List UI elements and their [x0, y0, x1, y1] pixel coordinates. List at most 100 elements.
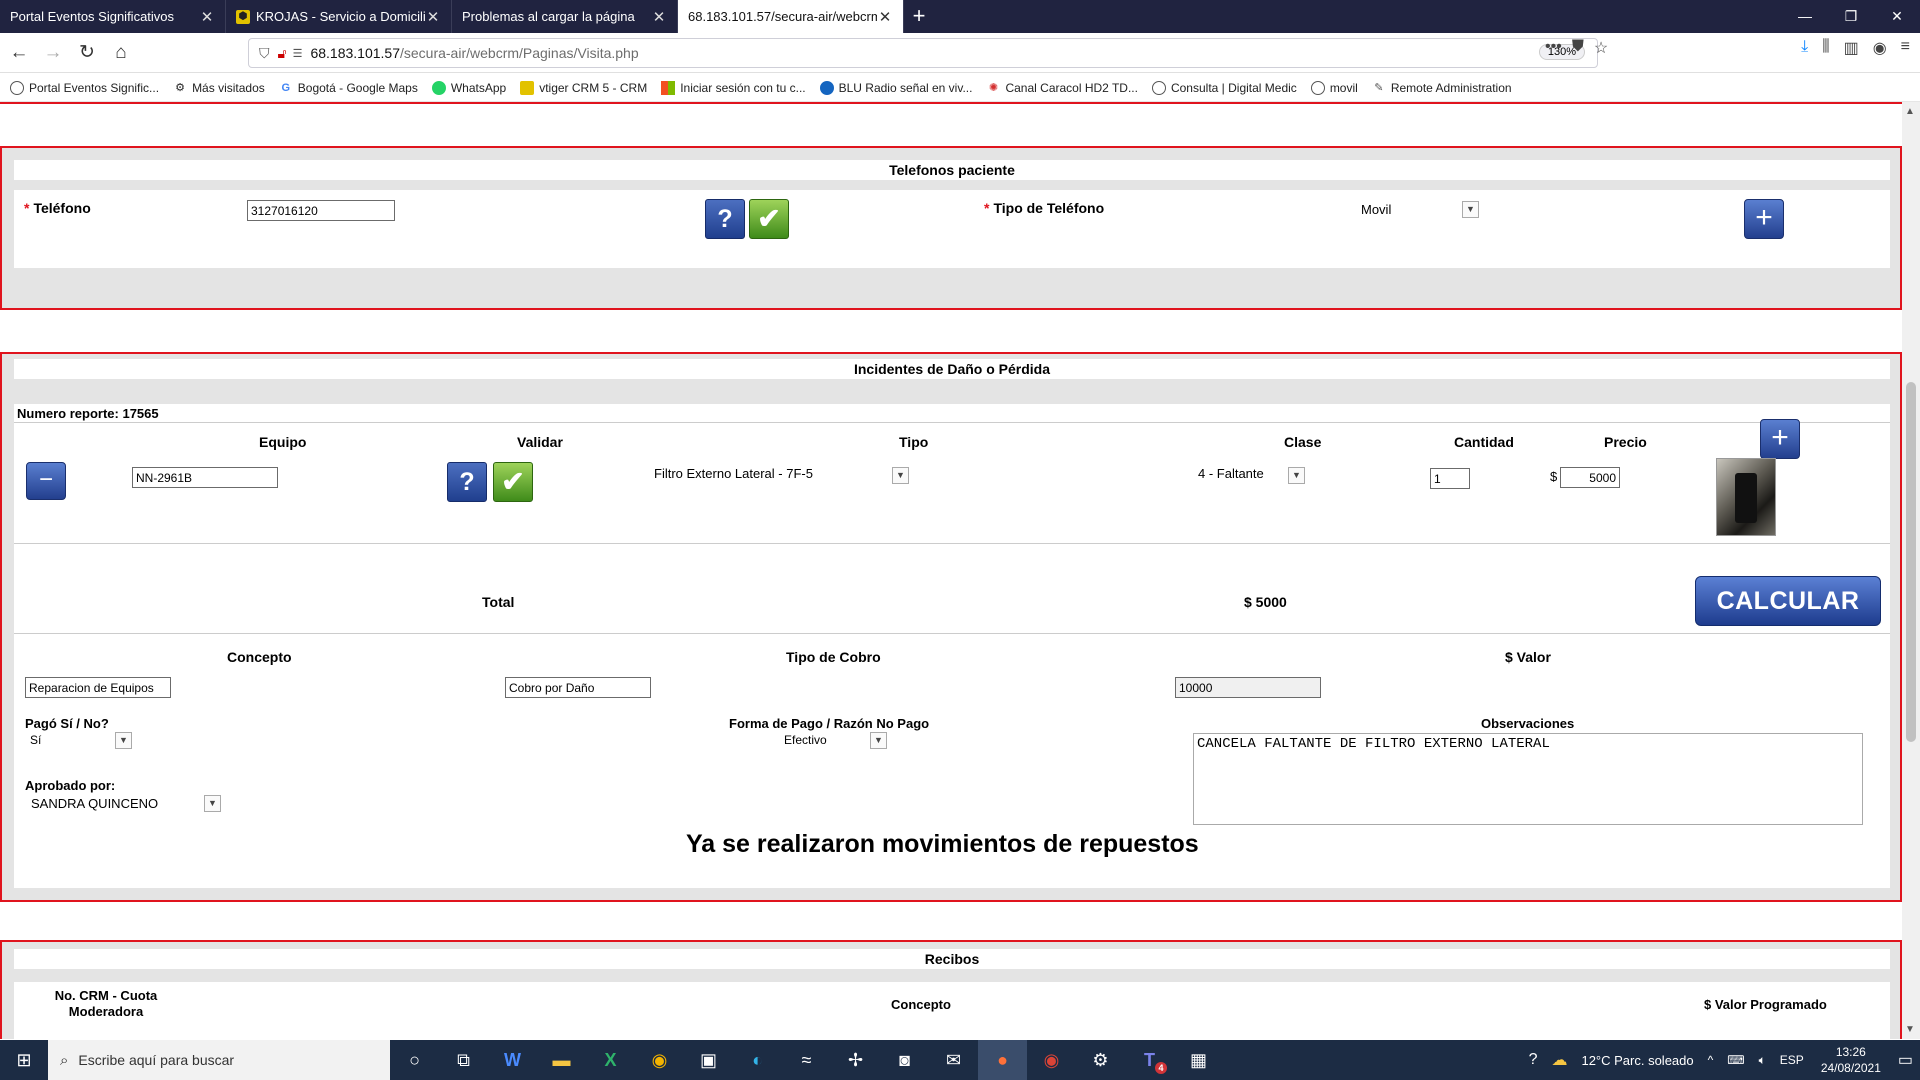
chevron-down-icon[interactable]: ▼	[870, 732, 887, 749]
aprobado-select[interactable]: SANDRA QUINCENO	[31, 796, 158, 811]
forward-icon[interactable]: →	[38, 38, 68, 68]
bookmark-item[interactable]: Portal Eventos Signific...	[10, 80, 159, 95]
globe-icon	[10, 80, 24, 95]
minimize-icon[interactable]: —	[1782, 0, 1828, 33]
back-icon[interactable]: ←	[4, 38, 34, 68]
teams-icon[interactable]: T4	[1125, 1040, 1174, 1080]
chevron-down-icon[interactable]: ▼	[204, 795, 221, 812]
tipo-cobro-input[interactable]	[505, 677, 651, 698]
notifications-icon[interactable]: ▭	[1898, 1050, 1913, 1070]
camera-icon[interactable]: ◙	[880, 1040, 929, 1080]
download-icon[interactable]: ⤓	[1801, 38, 1808, 58]
bookmark-item[interactable]: ✺ Canal Caracol HD2 TD...	[986, 81, 1138, 95]
url-bar[interactable]: ⛉ 🔓︎ ☰ 68.183.101.57/secura-air/webcrm/P…	[248, 38, 1598, 68]
volume-icon[interactable]: 🔈︎	[1759, 1053, 1766, 1068]
new-tab-button[interactable]: +	[904, 0, 934, 33]
telefono-input[interactable]	[247, 200, 395, 221]
add-telefono-button[interactable]: +	[1744, 199, 1784, 239]
help-button[interactable]: ?	[705, 199, 745, 239]
restore-icon[interactable]: ❐	[1828, 0, 1874, 33]
bookmark-item[interactable]: Iniciar sesión con tu c...	[661, 80, 806, 95]
equipo-input[interactable]	[132, 467, 278, 488]
page-scrollbar[interactable]: ▲ ▼	[1902, 102, 1920, 1039]
chevron-down-icon[interactable]: ▼	[1288, 467, 1305, 484]
bookmark-item[interactable]: vtiger CRM 5 - CRM	[520, 80, 647, 95]
network-icon[interactable]: ⌨	[1727, 1053, 1744, 1067]
word-icon[interactable]: W	[488, 1040, 537, 1080]
tab-krojas[interactable]: ⬢ KROJAS - Servicio a Domicilio · ✕	[226, 0, 452, 33]
menu-icon[interactable]: ≡	[1901, 38, 1910, 58]
tipo-telefono-select[interactable]: Movil	[1361, 202, 1391, 217]
anydesk-icon[interactable]: ✢	[831, 1040, 880, 1080]
mail-icon[interactable]: ✉	[929, 1040, 978, 1080]
shield-icon[interactable]: ⛉	[259, 45, 270, 62]
precio-input[interactable]	[1560, 467, 1620, 488]
validate-button[interactable]: ✔	[493, 462, 533, 502]
app-icon[interactable]: ≈	[782, 1040, 831, 1080]
chevron-down-icon[interactable]: ▼	[892, 467, 909, 484]
cantidad-input[interactable]	[1430, 468, 1470, 489]
clase-select[interactable]: 4 - Faltante	[1198, 466, 1264, 481]
tab-visita[interactable]: 68.183.101.57/secura-air/webcrm/P ✕	[678, 0, 904, 33]
bookmark-item[interactable]: ⚙ Más visitados	[173, 81, 265, 95]
weather-icon[interactable]: ☁	[1551, 1050, 1567, 1070]
tab-portal-eventos[interactable]: Portal Eventos Significativos ✕	[0, 0, 226, 33]
calcular-button[interactable]: CALCULAR	[1695, 576, 1881, 626]
close-window-icon[interactable]: ✕	[1874, 0, 1920, 33]
sidebar-icon[interactable]: ▥	[1844, 38, 1859, 58]
more-icon[interactable]: •••	[1545, 38, 1562, 58]
calculator-icon[interactable]: ▦	[1174, 1040, 1223, 1080]
tipo-select[interactable]: Filtro Externo Lateral - 7F-5	[654, 466, 813, 481]
chrome-icon[interactable]: ◉	[635, 1040, 684, 1080]
bookmark-item[interactable]: G Bogotá - Google Maps	[279, 81, 417, 95]
file-explorer-icon[interactable]: ▬	[537, 1040, 586, 1080]
bookmark-item[interactable]: movil	[1310, 80, 1358, 95]
bookmark-item[interactable]: Consulta | Digital Medic	[1151, 80, 1297, 95]
pocket-icon[interactable]: ⛊	[1572, 38, 1584, 58]
bookmark-star-icon[interactable]: ☆	[1594, 38, 1608, 58]
chevron-up-icon[interactable]: ^	[1708, 1053, 1714, 1067]
edge-icon[interactable]: ◐	[733, 1040, 782, 1080]
windows-start-icon[interactable]: ⊞	[0, 1040, 48, 1080]
chrome-profile-icon[interactable]: ◉	[1027, 1040, 1076, 1080]
excel-icon[interactable]: X	[586, 1040, 635, 1080]
validate-button[interactable]: ✔	[749, 199, 789, 239]
chevron-down-icon[interactable]: ▼	[1462, 201, 1479, 218]
insecure-lock-icon[interactable]: 🔓︎	[278, 45, 287, 62]
permissions-icon[interactable]: ☰	[293, 47, 303, 60]
cortana-icon[interactable]: ○	[390, 1040, 439, 1080]
forma-pago-select[interactable]: Efectivo	[784, 733, 827, 747]
firefox-icon[interactable]: ●	[978, 1040, 1027, 1080]
scroll-down-icon[interactable]: ▼	[1905, 1024, 1915, 1035]
scroll-thumb[interactable]	[1906, 382, 1916, 742]
close-icon[interactable]: ✕	[877, 8, 893, 26]
chevron-down-icon[interactable]: ▼	[115, 732, 132, 749]
weather-text[interactable]: 12°C Parc. soleado	[1581, 1053, 1693, 1068]
add-incidente-button[interactable]: +	[1760, 419, 1800, 459]
concepto-input[interactable]	[25, 677, 171, 698]
bookmark-item[interactable]: WhatsApp	[431, 80, 506, 95]
clock[interactable]: 13:26 24/08/2021	[1821, 1044, 1881, 1076]
valor-input[interactable]	[1175, 677, 1321, 698]
tab-problemas[interactable]: Problemas al cargar la página ✕	[452, 0, 678, 33]
bookmark-item[interactable]: ✎ Remote Administration	[1372, 81, 1511, 95]
taskbar-search[interactable]: ⌕ Escribe aquí para buscar	[48, 1040, 390, 1080]
help-button[interactable]: ?	[447, 462, 487, 502]
language-indicator[interactable]: ESP	[1780, 1053, 1804, 1067]
remove-incidente-button[interactable]: −	[26, 462, 66, 500]
task-view-icon[interactable]: ⧉	[439, 1040, 488, 1080]
pago-select[interactable]: Sí	[30, 733, 41, 747]
account-icon[interactable]: ◉	[1873, 38, 1887, 58]
bookmark-item[interactable]: BLU Radio señal en viv...	[819, 80, 972, 95]
observaciones-textarea[interactable]: CANCELA FALTANTE DE FILTRO EXTERNO LATER…	[1193, 733, 1863, 825]
store-icon[interactable]: ▣	[684, 1040, 733, 1080]
settings-icon[interactable]: ⚙	[1076, 1040, 1125, 1080]
scroll-up-icon[interactable]: ▲	[1905, 106, 1915, 117]
library-icon[interactable]: ⫼	[1822, 38, 1829, 58]
close-icon[interactable]: ✕	[651, 8, 667, 26]
help-tray-icon[interactable]: ?	[1529, 1051, 1538, 1069]
close-icon[interactable]: ✕	[425, 8, 441, 26]
close-icon[interactable]: ✕	[199, 8, 215, 26]
home-icon[interactable]: ⌂	[106, 38, 136, 68]
reload-icon[interactable]: ↻	[72, 38, 102, 68]
